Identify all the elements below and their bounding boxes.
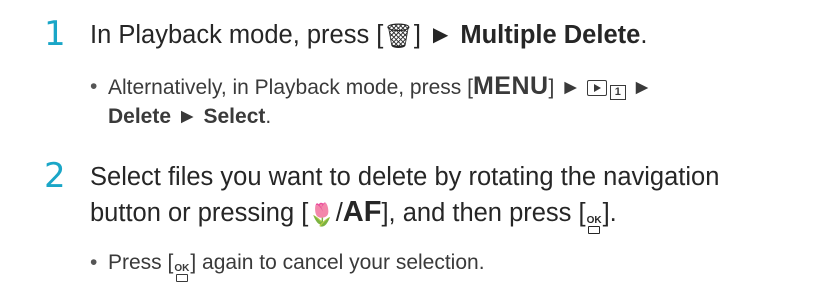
bullet-line-2: Delete ► Select.: [108, 105, 272, 128]
tab-number-icon: 1: [609, 85, 626, 100]
bullet-line-1: Alternatively, in Playback mode, press […: [108, 72, 653, 100]
bullet-dot: •: [90, 75, 98, 98]
step-instruction: In Playback mode, press [🗑] ► Multiple D…: [90, 18, 810, 54]
fn-trash-icon: 🗑: [383, 23, 414, 50]
ok-button-icon: OK: [173, 264, 190, 282]
step-number: 2: [44, 156, 66, 196]
af-key: AF: [342, 196, 382, 228]
instruction-line-2: button or pressing [🌷/AF], and then pres…: [90, 195, 810, 234]
bullet-dot: •: [90, 251, 98, 274]
step-instruction: Select files you want to delete by rotat…: [90, 160, 810, 234]
instruction-line-1: Select files you want to delete by rotat…: [90, 163, 720, 191]
step-number: 1: [44, 14, 66, 54]
macro-icon: 🌷: [308, 201, 336, 227]
playback-icon: [586, 80, 607, 96]
ok-button-icon: OK: [586, 216, 603, 234]
menu-button-key: MENU: [472, 72, 549, 100]
action-label: Multiple Delete: [460, 21, 641, 49]
